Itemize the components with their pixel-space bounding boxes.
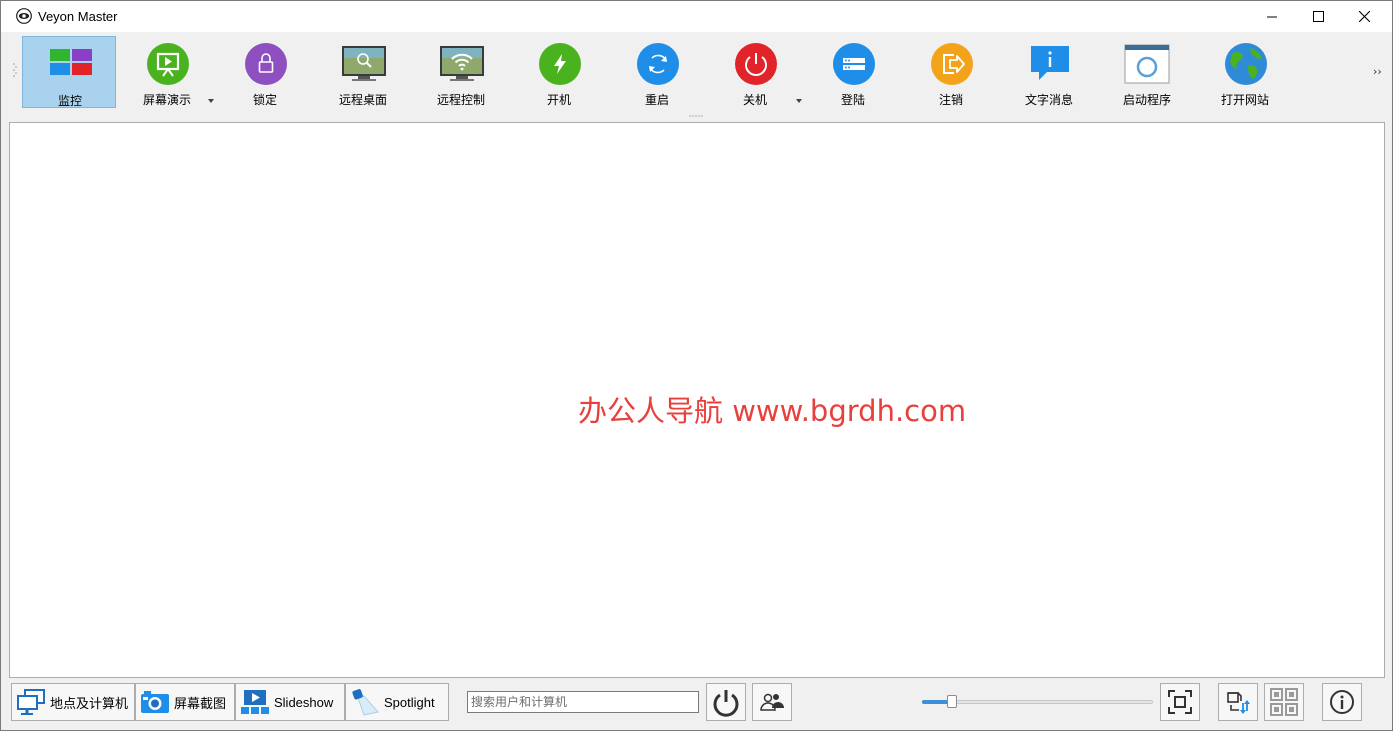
arrange-computers-button[interactable] (1218, 683, 1258, 721)
open-website-icon (1225, 43, 1267, 85)
maximize-icon (1312, 11, 1324, 22)
splitter-handle-icon[interactable] (689, 114, 703, 118)
toolbar-button-reboot[interactable]: 重启 (610, 36, 704, 108)
presentation-dropdown-arrow-icon[interactable] (208, 99, 214, 103)
auto-layout-button[interactable] (1264, 683, 1304, 721)
toolbar-button-lock[interactable]: 锁定 (218, 36, 312, 108)
run-program-icon (1124, 44, 1170, 84)
statusbar-button-label: 屏幕截图 (174, 695, 227, 711)
window-title: Veyon Master (38, 9, 118, 24)
close-button[interactable] (1341, 1, 1387, 32)
toolbar-grip-icon[interactable] (13, 62, 17, 78)
toolbar-label: 注销 (938, 93, 963, 107)
toolbar-button-logout[interactable]: 注销 (904, 36, 998, 108)
toolbar-label: 打开网站 (1220, 93, 1269, 107)
status-bar: 地点及计算机 屏幕截图 Slideshow Spotlight 搜索用户和计算机 (1, 680, 1392, 730)
text-message-icon (1031, 46, 1069, 80)
watermark-text: 办公人导航 www.bgrdh.com (578, 394, 967, 428)
logout-icon (931, 43, 973, 85)
presentation-icon (147, 43, 189, 85)
login-icon (833, 43, 875, 85)
toolbar-button-run-program[interactable]: 启动程序 (1100, 36, 1194, 108)
power-off-icon (735, 43, 777, 85)
about-button[interactable] (1322, 683, 1362, 721)
fit-screen-icon (1168, 690, 1192, 714)
computer-monitoring-area[interactable]: 办公人导航 www.bgrdh.com (9, 122, 1385, 678)
toolbar-label: 关机 (742, 93, 767, 107)
toolbar-button-login[interactable]: 登陆 (806, 36, 900, 108)
main-toolbar: 监控 屏幕演示 锁定 远程桌面 远程控制 开机 重启 关机 登陆 注销 文字消息… (1, 32, 1392, 113)
toolbar-button-screen-presentation[interactable]: 屏幕演示 (120, 36, 214, 108)
locations-computers-button[interactable]: 地点及计算机 (11, 683, 135, 721)
screenshots-button[interactable]: 屏幕截图 (135, 683, 235, 721)
grid-layout-icon (1270, 688, 1298, 716)
power-off-dropdown-arrow-icon[interactable] (796, 99, 802, 103)
spotlight-icon (352, 689, 379, 716)
fit-window-button[interactable] (1160, 683, 1200, 721)
toolbar-label: 开机 (546, 93, 571, 107)
toolbar-extension-button[interactable]: ›› (1373, 65, 1382, 78)
power-down-button[interactable] (706, 683, 746, 721)
lock-icon (245, 43, 287, 85)
screenshot-camera-icon (141, 691, 169, 713)
veyon-master-window: Veyon Master 监控 屏幕演示 锁定 远程桌面 远程控制 开机 重启 … (0, 0, 1393, 731)
toolbar-label: 屏幕演示 (142, 93, 191, 107)
veyon-eye-icon (16, 8, 32, 24)
users-icon (760, 693, 784, 711)
search-input[interactable] (467, 691, 699, 713)
title-bar: Veyon Master (1, 1, 1392, 32)
remote-view-icon (342, 46, 386, 81)
toolbar-button-power-off[interactable]: 关机 (708, 36, 802, 108)
maximize-button[interactable] (1295, 1, 1341, 32)
close-icon (1358, 11, 1370, 22)
toolbar-label: 远程控制 (436, 93, 485, 107)
monitor-grid-icon (50, 49, 92, 75)
swap-arrange-icon (1227, 692, 1250, 714)
computers-icon (17, 689, 45, 715)
reboot-icon (637, 43, 679, 85)
toolbar-label: 启动程序 (1122, 93, 1171, 107)
toolbar-button-remote-control[interactable]: 远程控制 (414, 36, 508, 108)
toolbar-label: 文字消息 (1024, 93, 1073, 107)
remote-control-icon (440, 46, 484, 81)
slideshow-button[interactable]: Slideshow (235, 683, 345, 721)
spotlight-button[interactable]: Spotlight (345, 683, 449, 721)
slider-thumb[interactable] (947, 695, 957, 708)
statusbar-button-label: 地点及计算机 (50, 695, 129, 711)
toolbar-label: 重启 (644, 93, 669, 107)
info-icon (1330, 690, 1354, 714)
toolbar-label: 远程桌面 (338, 93, 387, 107)
power-icon (713, 690, 739, 717)
user-groups-button[interactable] (752, 683, 792, 721)
toolbar-label: 登陆 (840, 93, 865, 107)
toolbar-button-monitor[interactable]: 监控 (22, 36, 116, 108)
power-on-icon (539, 43, 581, 85)
toolbar-label: 监控 (57, 94, 82, 108)
toolbar-button-power-on[interactable]: 开机 (512, 36, 606, 108)
toolbar-button-text-message[interactable]: 文字消息 (1002, 36, 1096, 108)
toolbar-button-remote-view[interactable]: 远程桌面 (316, 36, 410, 108)
zoom-slider[interactable] (922, 692, 1153, 712)
slideshow-icon (241, 690, 269, 714)
minimize-button[interactable] (1249, 1, 1295, 32)
statusbar-button-label: Spotlight (384, 694, 435, 710)
statusbar-button-label: Slideshow (274, 694, 334, 710)
toolbar-label: 锁定 (252, 93, 277, 107)
toolbar-button-open-website[interactable]: 打开网站 (1198, 36, 1292, 108)
minimize-icon (1266, 16, 1277, 18)
